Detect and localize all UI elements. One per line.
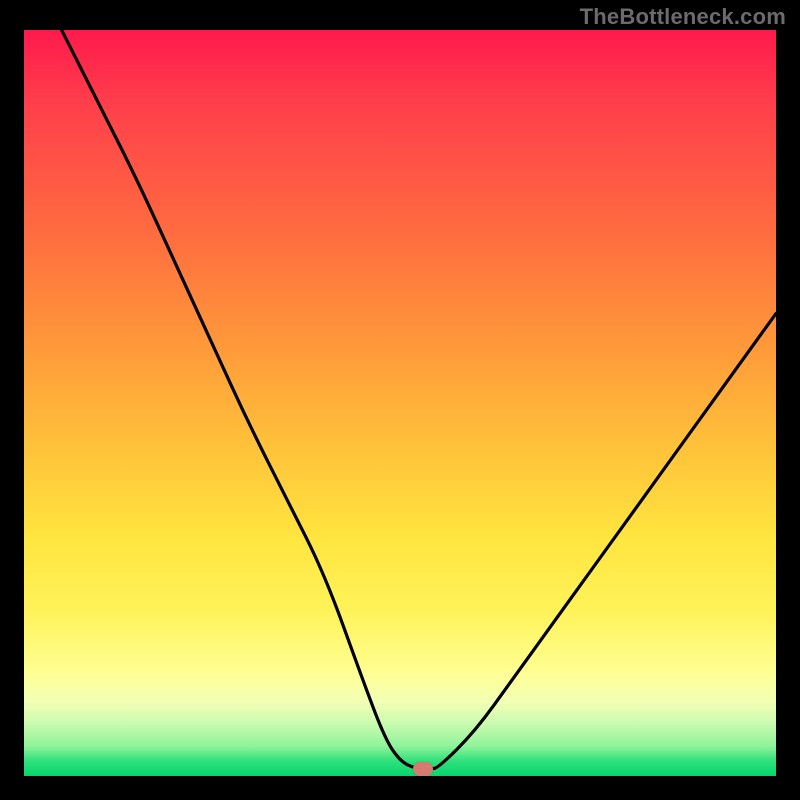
curve-svg <box>24 30 776 776</box>
chart-container: TheBottleneck.com <box>0 0 800 800</box>
bottleneck-curve <box>62 30 776 769</box>
optimal-marker <box>413 762 433 776</box>
plot-area <box>24 30 776 776</box>
watermark-text: TheBottleneck.com <box>580 4 786 30</box>
